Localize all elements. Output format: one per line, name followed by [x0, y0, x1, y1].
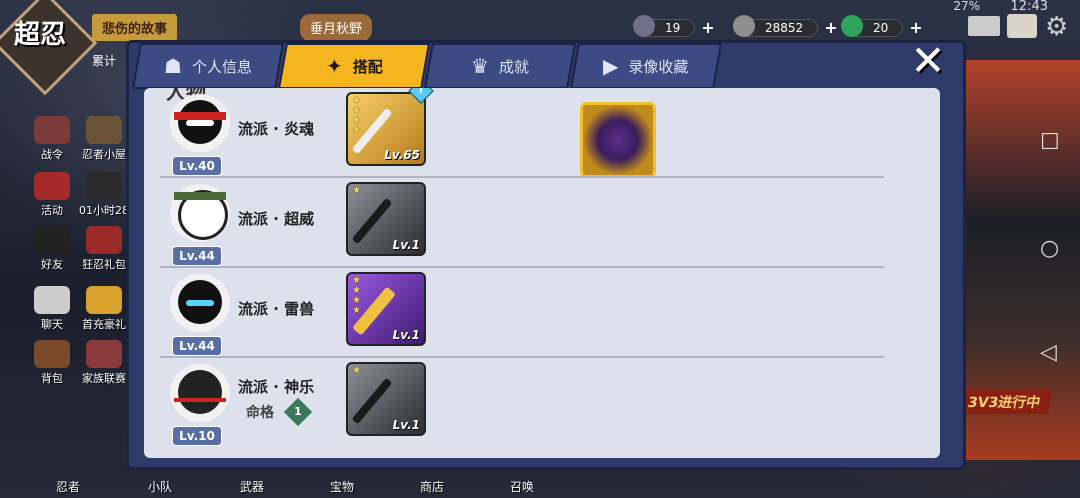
sidebar-item-timer[interactable]: 01小时28	[74, 172, 134, 218]
jade-icon	[841, 14, 863, 37]
friend-icon	[34, 226, 70, 254]
weapon-icon	[351, 377, 393, 425]
weapon-level: Lv.1	[392, 328, 420, 342]
nav-ninja[interactable]: 忍者	[56, 478, 80, 495]
style-label: 流派 · 超威	[238, 210, 315, 228]
add-currency-button[interactable]: +	[701, 18, 714, 37]
weapon-icon	[351, 197, 393, 245]
nav-shop[interactable]: 商店	[420, 478, 444, 495]
sidebar-item-gift-pack[interactable]: 狂忍礼包	[74, 226, 134, 272]
close-button[interactable]: ✕	[902, 40, 954, 82]
dragon-icon	[86, 172, 122, 200]
back-icon[interactable]: ◁	[1040, 340, 1057, 365]
shuriken-icon: ✦	[325, 54, 343, 78]
add-currency-button[interactable]: +	[824, 18, 837, 37]
accumulated-label: 累计	[92, 54, 117, 68]
star-icon	[86, 286, 122, 314]
level-badge: Lv.44	[172, 246, 222, 266]
gift-icon	[86, 226, 122, 254]
fate-badge[interactable]: 1	[283, 397, 313, 427]
list-item[interactable]: Lv.40 流派 · 炎魂 ★ ★ ★ ★ Lv.65 i	[160, 88, 884, 178]
nav-weapon[interactable]: 武器	[240, 478, 264, 495]
tab-replays[interactable]: ▶ 录像收藏	[569, 43, 723, 89]
fate-label: 命格	[246, 405, 274, 421]
bag-icon	[34, 340, 70, 368]
accessory-slot[interactable]	[580, 102, 656, 178]
ninja-avatar[interactable]	[170, 184, 230, 242]
ninja-avatar[interactable]	[170, 364, 230, 422]
coin-icon	[733, 14, 755, 37]
nav-summon[interactable]: 召唤	[510, 478, 534, 495]
style-label: 流派 · 炎魂	[238, 120, 315, 138]
shuriken-token-icon	[633, 14, 655, 37]
sidebar-item-activity[interactable]: 活动	[22, 172, 82, 218]
gear-icon[interactable]: ⚙	[1045, 12, 1068, 42]
style-label: 流派 · 雷兽	[238, 300, 315, 318]
nav-team[interactable]: 小队	[148, 478, 172, 495]
profile-icon: ☗	[164, 54, 182, 78]
weapon-slot[interactable]: ★ ★ ★ ★ Lv.65	[346, 92, 426, 166]
star-rating: ★	[352, 365, 361, 376]
ninja-avatar[interactable]	[170, 274, 230, 332]
style-label: 流派 · 神乐	[238, 378, 315, 396]
bottom-nav: 忍者 小队 武器 宝物 商店 召唤	[0, 476, 1080, 498]
weapon-slot[interactable]: ★ ★ ★ ★ Lv.1	[346, 272, 426, 346]
add-currency-button[interactable]: +	[909, 18, 922, 37]
level-badge: Lv.10	[172, 426, 222, 446]
sidebar-item-ninja-hut[interactable]: 忍者小屋	[74, 116, 134, 162]
3v3-banner[interactable]: 3V3进行中	[955, 390, 1053, 414]
star-rating: ★ ★ ★ ★	[352, 275, 361, 316]
event-banner[interactable]: 垂月秋野	[300, 14, 373, 41]
currency-value: 20	[873, 20, 889, 35]
tab-achievements[interactable]: ♛ 成就	[423, 43, 577, 89]
clock: 12:43	[1010, 0, 1048, 14]
tab-profile[interactable]: ☗ 个人信息	[131, 43, 285, 89]
chat-icon	[34, 286, 70, 314]
clan-icon	[86, 340, 122, 368]
recent-apps-icon[interactable]: ☐	[1040, 130, 1060, 155]
currency-shuriken[interactable]: 19 +	[633, 14, 715, 37]
shop-icon[interactable]	[1007, 14, 1037, 38]
list-item[interactable]: Lv.44 流派 · 雷兽 ★ ★ ★ ★ Lv.1	[160, 268, 884, 358]
play-icon: ▶	[603, 54, 619, 78]
sidebar-item-chat[interactable]: 聊天	[22, 286, 82, 332]
modal-tabs: ☗ 个人信息 ✦ 搭配 ♛ 成就 ▶ 录像收藏	[130, 41, 730, 89]
currency-coin[interactable]: 28852 +	[733, 14, 838, 37]
home-icon[interactable]: ○	[1040, 236, 1059, 261]
weapon-slot[interactable]: ★ Lv.1	[346, 362, 426, 436]
currency-value: 19	[665, 20, 681, 35]
weapon-level: Lv.1	[392, 238, 420, 252]
list-item[interactable]: Lv.44 流派 · 超威 ★ Lv.1	[160, 178, 884, 268]
weapon-level: Lv.1	[392, 418, 420, 432]
sidebar-item-friends[interactable]: 好友	[22, 226, 82, 272]
loadout-panel: 人物 Lv.40 流派 · 炎魂 ★★★★ Lv.65 i Lv.44 流派 ·…	[144, 88, 940, 458]
list-item[interactable]: Lv.10 流派 · 神乐 命格 1 ★ Lv.1	[160, 358, 884, 448]
currency-value: 28852	[765, 20, 804, 35]
sidebar-item-battle-pass[interactable]: 战令	[22, 116, 82, 162]
hut-icon	[86, 116, 122, 144]
sidebar-item-clan-league[interactable]: 家族联赛	[74, 340, 134, 386]
story-banner[interactable]: 悲伤的故事	[92, 14, 178, 41]
currency-jade[interactable]: 20 +	[841, 14, 923, 37]
mail-icon[interactable]	[968, 16, 1000, 36]
ninja-avatar[interactable]	[170, 94, 230, 152]
game-logo-text: 超忍	[14, 20, 67, 50]
banner-icon	[34, 116, 70, 144]
sidebar-item-first-recharge[interactable]: 首充豪礼	[74, 286, 134, 332]
star-rating: ★ ★ ★ ★	[352, 95, 361, 136]
torii-icon	[34, 172, 70, 200]
level-badge: Lv.44	[172, 336, 222, 356]
trophy-icon: ♛	[471, 54, 489, 78]
tab-loadout[interactable]: ✦ 搭配	[277, 43, 431, 89]
close-icon: ✕	[910, 36, 946, 85]
weapon-level: Lv.65	[384, 148, 420, 162]
battery-level: 27%	[953, 0, 980, 13]
nav-treasure[interactable]: 宝物	[330, 478, 354, 495]
sidebar-item-bag[interactable]: 背包	[22, 340, 82, 386]
weapon-slot[interactable]: ★ Lv.1	[346, 182, 426, 256]
status-bar: 27% 12:43	[0, 0, 1080, 14]
star-rating: ★	[352, 185, 361, 196]
level-badge: Lv.40	[172, 156, 222, 176]
